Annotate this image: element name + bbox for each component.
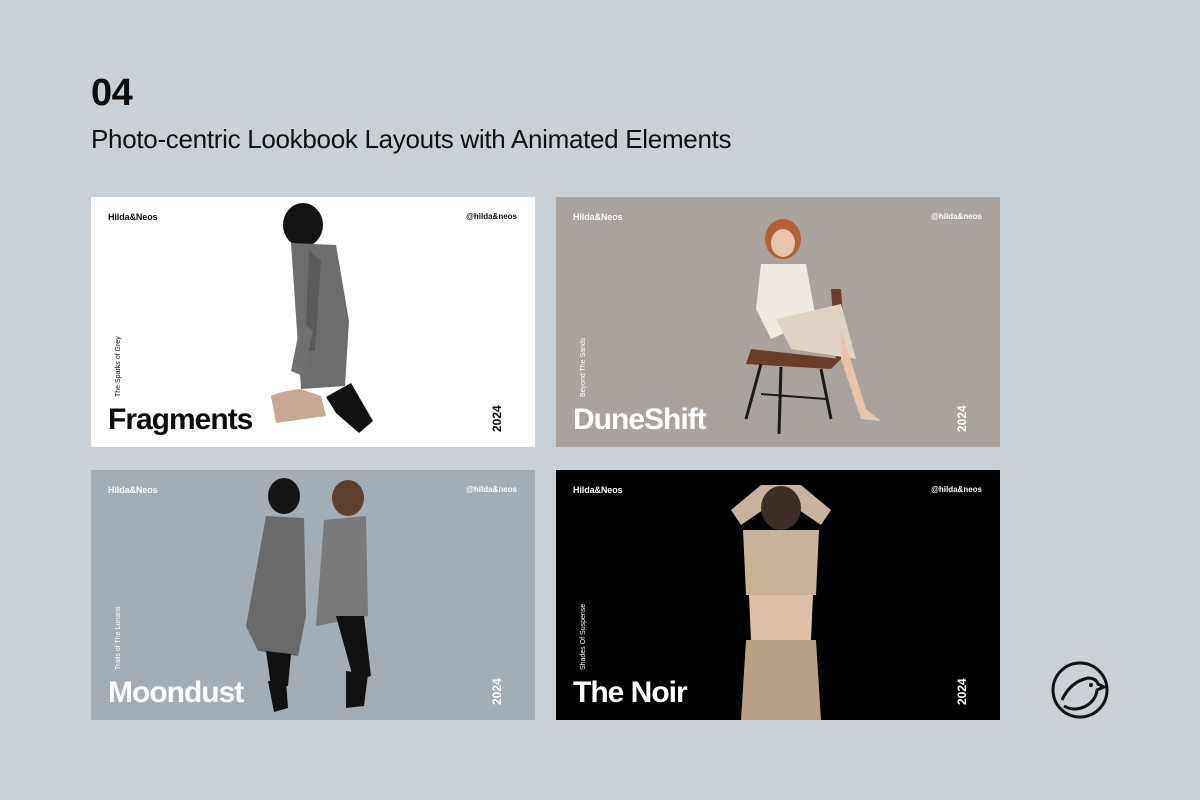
model-photo: [241, 201, 381, 441]
lookbook-card-fragments[interactable]: Hilda&Neos @hilda&neos The Sparks of Gre…: [91, 197, 535, 447]
card-subtitle: The Sparks of Grey: [115, 336, 122, 397]
card-year: 2024: [955, 405, 970, 432]
social-handle: @hilda&neos: [466, 485, 517, 494]
card-title: The Noir: [573, 676, 688, 709]
bird-in-circle-icon: [1050, 660, 1110, 720]
model-photo: [236, 476, 386, 716]
lookbook-card-duneshift[interactable]: Hilda&Neos @hilda&neos Beyond The Sands …: [556, 197, 1000, 447]
card-subtitle: Beyond The Sands: [580, 337, 587, 397]
card-subtitle: Shades Of Suspense: [580, 603, 587, 670]
card-title: Fragments: [108, 403, 253, 436]
lookbook-card-moondust[interactable]: Hilda&Neos @hilda&neos Trails of The Lun…: [91, 470, 535, 720]
card-year: 2024: [955, 678, 970, 705]
card-year: 2024: [490, 405, 505, 432]
brand-label: Hilda&Neos: [108, 212, 158, 222]
lookbook-card-the-noir[interactable]: Hilda&Neos @hilda&neos Shades Of Suspens…: [556, 470, 1000, 720]
model-photo: [691, 209, 891, 439]
page-title: Photo-centric Lookbook Layouts with Anim…: [91, 124, 732, 154]
card-subtitle: Trails of The Lunaris: [115, 606, 122, 670]
page-number: 04: [91, 72, 133, 114]
card-title: DuneShift: [573, 403, 707, 436]
social-handle: @hilda&neos: [466, 212, 517, 221]
brand-label: Hilda&Neos: [573, 485, 623, 495]
brand-label: Hilda&Neos: [108, 485, 158, 495]
social-handle: @hilda&neos: [931, 485, 982, 494]
model-photo: [721, 480, 841, 720]
card-title: Moondust: [108, 676, 244, 709]
card-year: 2024: [490, 678, 505, 705]
social-handle: @hilda&neos: [931, 212, 982, 221]
brand-label: Hilda&Neos: [573, 212, 623, 222]
